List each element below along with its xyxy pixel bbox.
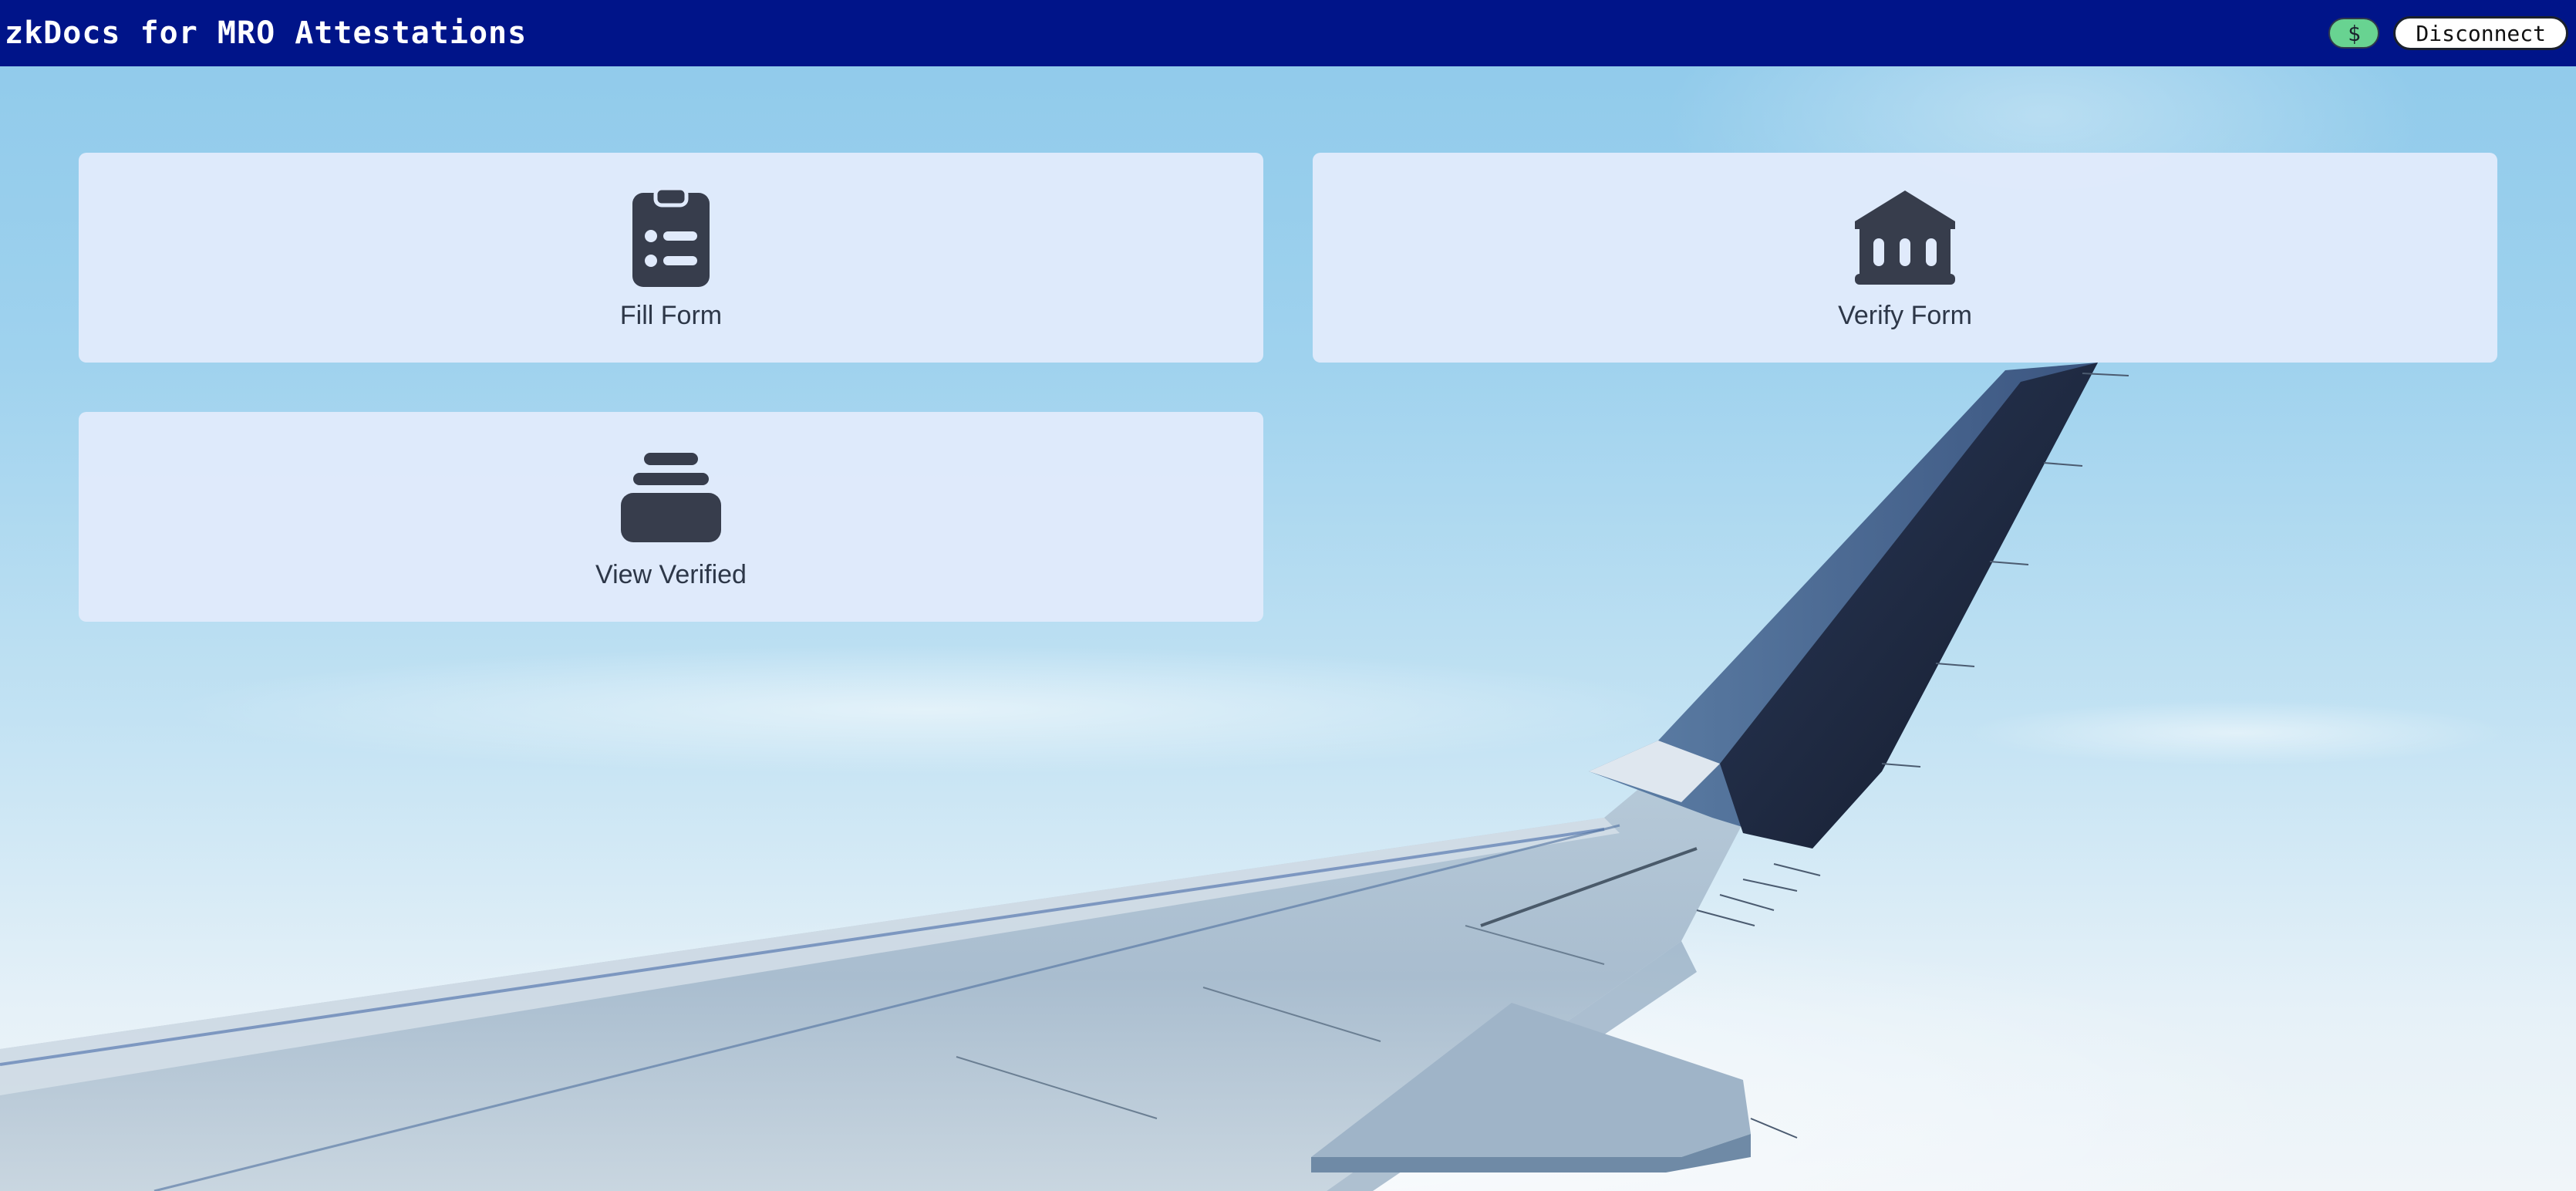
header-actions: $ Disconnect xyxy=(2328,16,2568,50)
fill-form-label: Fill Form xyxy=(619,301,723,330)
balance-button[interactable]: $ xyxy=(2328,18,2380,49)
verify-form-card[interactable]: Verify Form xyxy=(1313,153,2497,363)
view-verified-card[interactable]: View Verified xyxy=(79,412,1263,622)
verify-form-label: Verify Form xyxy=(1838,301,1972,330)
disconnect-button[interactable]: Disconnect xyxy=(2393,16,2568,50)
app-title: zkDocs for MRO Attestations xyxy=(5,15,528,51)
bank-building-icon xyxy=(1855,188,1955,287)
view-verified-label: View Verified xyxy=(595,560,747,589)
inbox-stack-icon xyxy=(621,447,721,546)
clipboard-list-icon xyxy=(632,188,710,287)
top-navbar: zkDocs for MRO Attestations $ Disconnect xyxy=(0,0,2576,66)
fill-form-card[interactable]: Fill Form xyxy=(79,153,1263,363)
